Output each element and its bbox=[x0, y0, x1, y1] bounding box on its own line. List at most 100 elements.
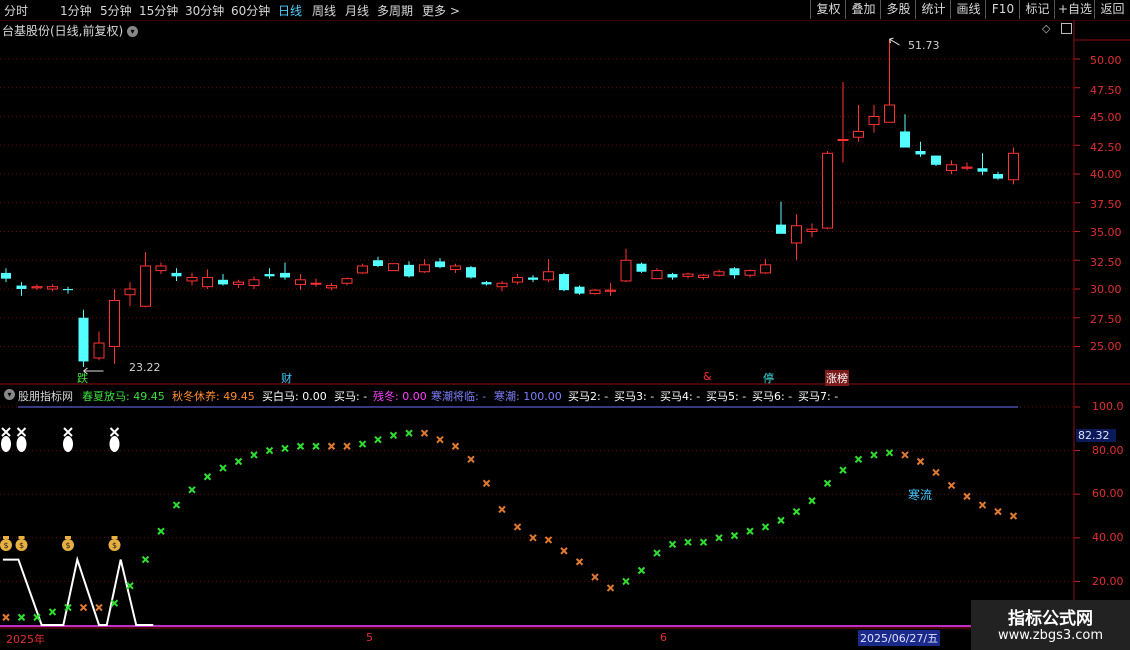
money-bag-icon-neck bbox=[111, 536, 118, 539]
cross-point bbox=[730, 531, 739, 540]
cross-point bbox=[343, 442, 351, 450]
candle-body bbox=[435, 261, 445, 268]
price-tick: 30.00 bbox=[1090, 283, 1122, 296]
candle-body bbox=[605, 289, 616, 292]
x-axis-label: 5 bbox=[366, 631, 373, 644]
candle-body bbox=[404, 264, 414, 277]
chevron-down-icon[interactable]: ▾ bbox=[127, 26, 139, 37]
cross-point bbox=[591, 573, 599, 581]
high-price-label: 51.73 bbox=[908, 39, 940, 52]
horse-icon-head bbox=[109, 427, 120, 437]
price-tick: 47.50 bbox=[1090, 84, 1122, 97]
candle-body bbox=[760, 264, 771, 274]
candle-body bbox=[186, 277, 198, 282]
event-tag-halt[interactable]: 停 bbox=[763, 370, 774, 386]
candle-body bbox=[496, 282, 508, 288]
money-bag-icon-neck bbox=[3, 536, 9, 539]
cross-point bbox=[978, 501, 987, 509]
candle-body bbox=[63, 289, 73, 291]
candle-body bbox=[559, 274, 569, 291]
cross-point bbox=[188, 486, 196, 494]
indicator-item: 买马: - bbox=[334, 390, 368, 403]
indicator-item: 买马7: - bbox=[798, 390, 839, 403]
candle-body bbox=[341, 278, 353, 284]
cross-point bbox=[48, 608, 57, 616]
cross-point bbox=[606, 584, 615, 592]
cross-point bbox=[994, 507, 1002, 516]
candle-body bbox=[373, 260, 383, 266]
event-tag-drop[interactable]: 跌 bbox=[77, 370, 88, 386]
cross-point bbox=[885, 449, 894, 457]
cross-point bbox=[79, 603, 88, 612]
diamond-icon[interactable]: ◇ bbox=[1042, 22, 1050, 35]
horse-icon bbox=[1, 427, 11, 452]
cross-point bbox=[157, 527, 165, 535]
chart-frame bbox=[0, 20, 1130, 629]
cross-point bbox=[947, 481, 956, 490]
cross-point bbox=[916, 457, 925, 466]
money-bag-icon-glyph: $ bbox=[3, 541, 8, 550]
event-tag-mark[interactable]: & bbox=[703, 370, 712, 383]
cross-point bbox=[95, 603, 103, 612]
cross-point bbox=[963, 492, 971, 501]
indicator-item: 买马5: - bbox=[706, 390, 747, 403]
cross-point bbox=[467, 455, 475, 464]
indicator-item: 寒潮将临: - bbox=[431, 390, 487, 403]
candle-body bbox=[900, 131, 910, 148]
cross-point bbox=[358, 440, 367, 448]
watermark-url: www.zbgs3.com bbox=[997, 628, 1104, 643]
cold-annotation: 寒流 bbox=[908, 488, 933, 502]
cross-point bbox=[668, 540, 677, 549]
cross-point bbox=[823, 479, 832, 488]
price-tick: 37.50 bbox=[1090, 198, 1122, 211]
cross-point bbox=[203, 473, 212, 481]
indicator-toggle-icon[interactable]: ▾ bbox=[4, 389, 15, 400]
candle-body bbox=[589, 289, 601, 295]
indicator-title[interactable]: 股朋指标网 bbox=[18, 388, 73, 404]
cross-point bbox=[575, 558, 584, 566]
candle-body bbox=[977, 168, 988, 172]
money-bag-icon: $ bbox=[15, 536, 28, 551]
candle-body bbox=[667, 274, 678, 278]
chart-canvas[interactable]: $ $ $ $ bbox=[0, 0, 1130, 650]
cross-point bbox=[1009, 512, 1018, 520]
candle-body bbox=[466, 267, 476, 278]
indicator-item: 买马6: - bbox=[752, 390, 793, 403]
candle-body bbox=[326, 285, 337, 289]
candle-body bbox=[78, 317, 89, 362]
candle-body bbox=[171, 272, 182, 277]
candle-body bbox=[884, 104, 895, 123]
x-axis-label: 2025年 bbox=[6, 633, 45, 646]
indicator-tick: 100.0 bbox=[1092, 400, 1124, 413]
event-tag-finance[interactable]: 财 bbox=[281, 370, 292, 386]
main-chart-title[interactable]: 台基股份(日线,前复权) ▾ bbox=[2, 22, 139, 39]
square-icon[interactable] bbox=[1061, 23, 1072, 34]
horse-icon-body bbox=[109, 436, 120, 452]
cross-point bbox=[451, 442, 460, 450]
candle-body bbox=[31, 286, 43, 289]
event-tag-top-list[interactable]: 涨榜 bbox=[825, 370, 849, 386]
high-pointer bbox=[889, 37, 900, 46]
horse-icon bbox=[16, 427, 27, 452]
candle-body bbox=[931, 155, 941, 165]
cross-point bbox=[498, 505, 506, 514]
indicator-item: 买马2: - bbox=[568, 390, 609, 403]
watermark: 指标公式网 www.zbgs3.com bbox=[971, 600, 1130, 650]
candle-body bbox=[280, 272, 290, 278]
candle-body bbox=[388, 263, 399, 272]
candle-body bbox=[776, 224, 786, 234]
candle-body bbox=[93, 342, 105, 359]
money-bag-icon-neck bbox=[65, 536, 71, 539]
candle-body bbox=[636, 263, 647, 272]
candle-body bbox=[915, 151, 926, 155]
candle-body bbox=[248, 279, 260, 287]
cross-point bbox=[327, 442, 336, 450]
cross-point bbox=[854, 455, 863, 464]
indicator-tick: 80.00 bbox=[1092, 444, 1124, 457]
money-bag-icon-neck bbox=[18, 536, 25, 539]
horse-icon-body bbox=[1, 436, 11, 452]
cross-point bbox=[653, 549, 661, 557]
horse-icon-head bbox=[63, 427, 73, 437]
candle-body bbox=[853, 130, 864, 138]
horse-icon bbox=[63, 427, 73, 452]
